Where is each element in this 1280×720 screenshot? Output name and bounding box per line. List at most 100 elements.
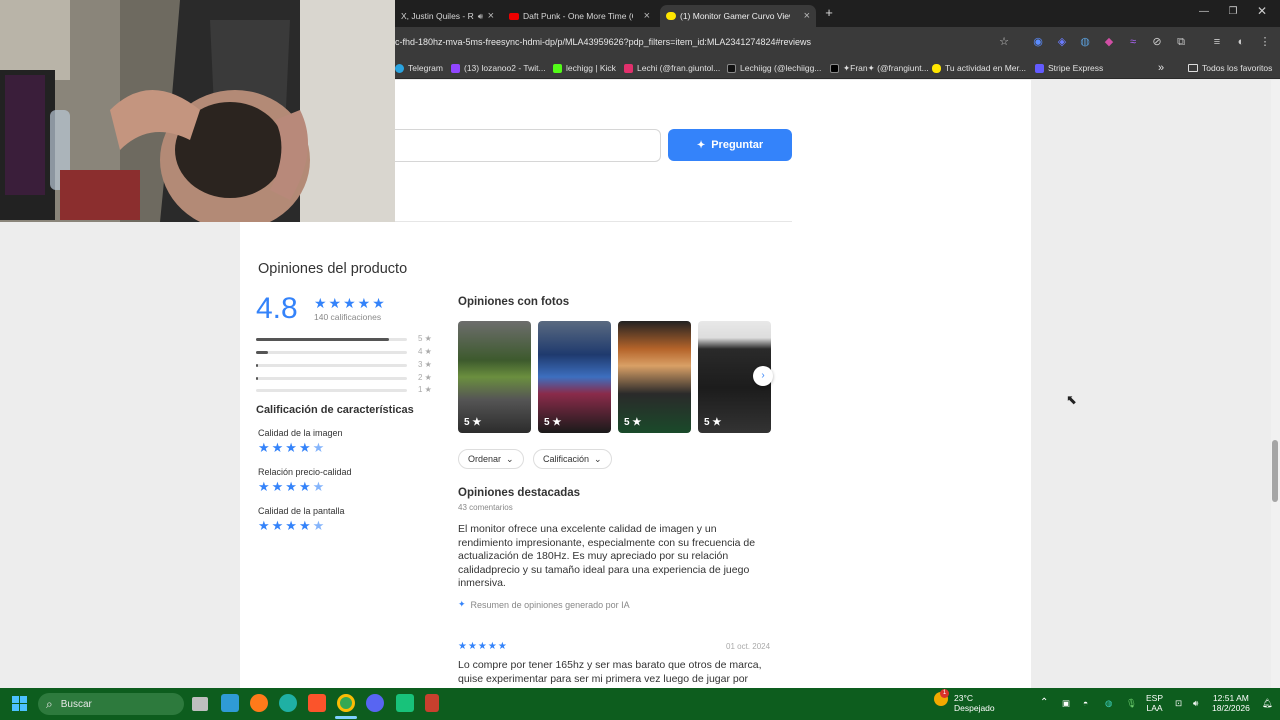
photo-score: 5 ★ [544, 417, 562, 428]
rating-bar-fill [256, 338, 389, 341]
scrollbar[interactable] [1271, 80, 1280, 688]
review-text: Lo compre por tener 165hz y ser mas bara… [458, 659, 762, 685]
address-bar[interactable]: c-fhd-180hz-mva-5ms-freesync-hdmi-dp/p/M… [395, 32, 1025, 52]
rating-bar-track [256, 364, 407, 367]
scrollbar-thumb[interactable] [1272, 440, 1278, 502]
tab-monitor[interactable]: (1) Monitor Gamer Curvo View × [660, 5, 816, 27]
weather-widget[interactable]: 23°C Despejado [954, 693, 995, 713]
new-tab-icon[interactable]: + [819, 5, 839, 20]
extension-icon[interactable]: ◍ [1078, 35, 1092, 49]
sparkle-icon: ✦ [458, 599, 466, 609]
bookmark-item[interactable]: Telegram [395, 61, 443, 75]
sparkle-icon: ✦ [696, 139, 706, 151]
all-bookmarks[interactable]: Todos los favoritos [1188, 61, 1272, 75]
firefox-icon[interactable] [250, 694, 268, 712]
review-photo[interactable]: 5 ★ [618, 321, 691, 433]
speaker-icon[interactable]: 🔊︎ [478, 11, 483, 22]
ai-summary: El monitor ofrece una excelente calidad … [458, 523, 756, 589]
mouse-cursor-icon: ⬉ [1066, 392, 1077, 407]
bookmark-label: Telegram [408, 63, 443, 73]
reviews-title: Opiniones del producto [258, 261, 408, 277]
media-icon[interactable]: ≡ [1210, 35, 1224, 49]
chrome-icon[interactable] [337, 694, 355, 712]
notifications-icon[interactable]: 🔔︎ [1262, 698, 1273, 708]
more-bookmarks-icon[interactable]: » [1158, 61, 1164, 75]
sort-dropdown[interactable]: Ordenar ⌄ [458, 449, 524, 469]
extensions-puzzle-icon[interactable]: ⧉ [1174, 35, 1188, 49]
average-rating: 4.8 [256, 292, 298, 325]
profile-icon[interactable]: ◐ [1234, 35, 1248, 49]
ratings-count: 140 calificaciones [314, 312, 382, 322]
brave-icon[interactable] [308, 694, 326, 712]
rating-bar-row[interactable]: 5 ★ [256, 334, 436, 345]
instagram-icon [624, 63, 633, 73]
bookmark-item[interactable]: lechigg | Kick [553, 61, 616, 75]
bookmark-item[interactable]: Stripe Express [1035, 61, 1103, 75]
app-icon[interactable] [425, 694, 439, 712]
review-date: 01 oct. 2024 [726, 642, 771, 651]
extension-icon[interactable]: ◈ [1055, 35, 1069, 49]
rating-bar-row[interactable]: 3 ★ [256, 360, 436, 371]
tab-daft-punk[interactable]: Daft Punk - One More Time (Of × [503, 5, 656, 27]
lang-bottom: LAA [1146, 703, 1163, 713]
rating-filter-dropdown[interactable]: Calificación ⌄ [533, 449, 612, 469]
review-photo[interactable]: 5 ★ [538, 321, 611, 433]
discord-tray-icon[interactable]: ◓ [1083, 698, 1088, 708]
volume-icon[interactable]: 🔊︎ [1193, 698, 1198, 708]
rating-bar-row[interactable]: 1 ★ [256, 385, 436, 396]
bookmark-item[interactable]: ✦Fran✦ (@frangiunt... [830, 61, 929, 75]
menu-icon[interactable]: ⋮ [1258, 35, 1272, 49]
close-icon[interactable]: × [644, 10, 650, 22]
rating-bar-label: 1 ★ [418, 385, 432, 394]
extension-icon[interactable]: ⊘ [1150, 35, 1164, 49]
feature-name: Calidad de la imagen [258, 428, 343, 438]
taskbar-search[interactable]: ⌕ Buscar [38, 693, 184, 715]
review-photo[interactable]: 5 ★ [458, 321, 531, 433]
tab-title: X, Justin Quiles - R [401, 11, 474, 21]
discord-icon[interactable] [366, 694, 384, 712]
bookmark-item[interactable]: (13) lozanoo2 - Twit... [451, 61, 546, 75]
average-stars: ★★★★★ [314, 295, 387, 311]
rating-bar-row[interactable]: 2 ★ [256, 373, 436, 384]
bookmark-item[interactable]: Lechiigg (@lechiigg... [727, 61, 821, 75]
photo-score: 5 ★ [464, 417, 482, 428]
bookmark-label: Lechi (@fran.giuntol... [637, 63, 721, 73]
widgets-icon[interactable] [221, 694, 239, 712]
close-icon[interactable]: × [804, 10, 810, 22]
app-icon[interactable] [396, 694, 414, 712]
rating-bar-track [256, 377, 407, 380]
bookmark-item[interactable]: Tu actividad en Mer... [932, 61, 1026, 75]
rating-bar-track [256, 338, 407, 341]
extension-icon[interactable]: ≈ [1126, 35, 1140, 49]
feature-name: Relación precio-calidad [258, 467, 352, 477]
weather-temp: 23°C [954, 693, 973, 703]
close-icon[interactable]: × [488, 10, 494, 22]
tray-icon[interactable]: ◍ [1105, 698, 1112, 708]
rating-bar-row[interactable]: 4 ★ [256, 347, 436, 358]
clock[interactable]: 12:51 AM 18/2/2026 [1212, 693, 1250, 713]
bookmark-label: lechigg | Kick [566, 63, 616, 73]
microphone-icon[interactable]: 🎙︎ [1126, 698, 1137, 708]
bookmark-star-icon[interactable]: ☆ [997, 35, 1011, 49]
chevron-up-icon[interactable]: ⌃ [1040, 698, 1048, 708]
extension-icon[interactable]: ◉ [1031, 35, 1045, 49]
rating-bar-fill [256, 364, 258, 367]
x-icon [830, 63, 839, 73]
bookmark-item[interactable]: Lechi (@fran.giuntol... [624, 61, 720, 75]
ask-button[interactable]: ✦ Preguntar [668, 129, 792, 161]
task-view-icon[interactable] [192, 697, 208, 711]
tray-icon[interactable]: ▣ [1062, 698, 1070, 708]
edge-icon[interactable] [279, 694, 297, 712]
review-stars: ★★★★★ [458, 641, 508, 652]
restore-icon[interactable]: ❐ [1223, 6, 1243, 17]
telegram-icon [395, 63, 404, 73]
tab-justin-quiles[interactable]: X, Justin Quiles - R 🔊︎ × [395, 5, 500, 27]
close-window-icon[interactable]: ✕ [1252, 4, 1272, 18]
network-icon[interactable]: ⊡ [1175, 698, 1182, 708]
extension-icon[interactable]: ◆ [1102, 35, 1116, 49]
windows-start-icon[interactable] [12, 696, 28, 712]
rating-bar-fill [256, 377, 258, 380]
chevron-right-icon[interactable]: › [753, 366, 773, 386]
language-indicator[interactable]: ESP LAA [1146, 693, 1163, 713]
minimize-icon[interactable]: — [1194, 6, 1214, 17]
